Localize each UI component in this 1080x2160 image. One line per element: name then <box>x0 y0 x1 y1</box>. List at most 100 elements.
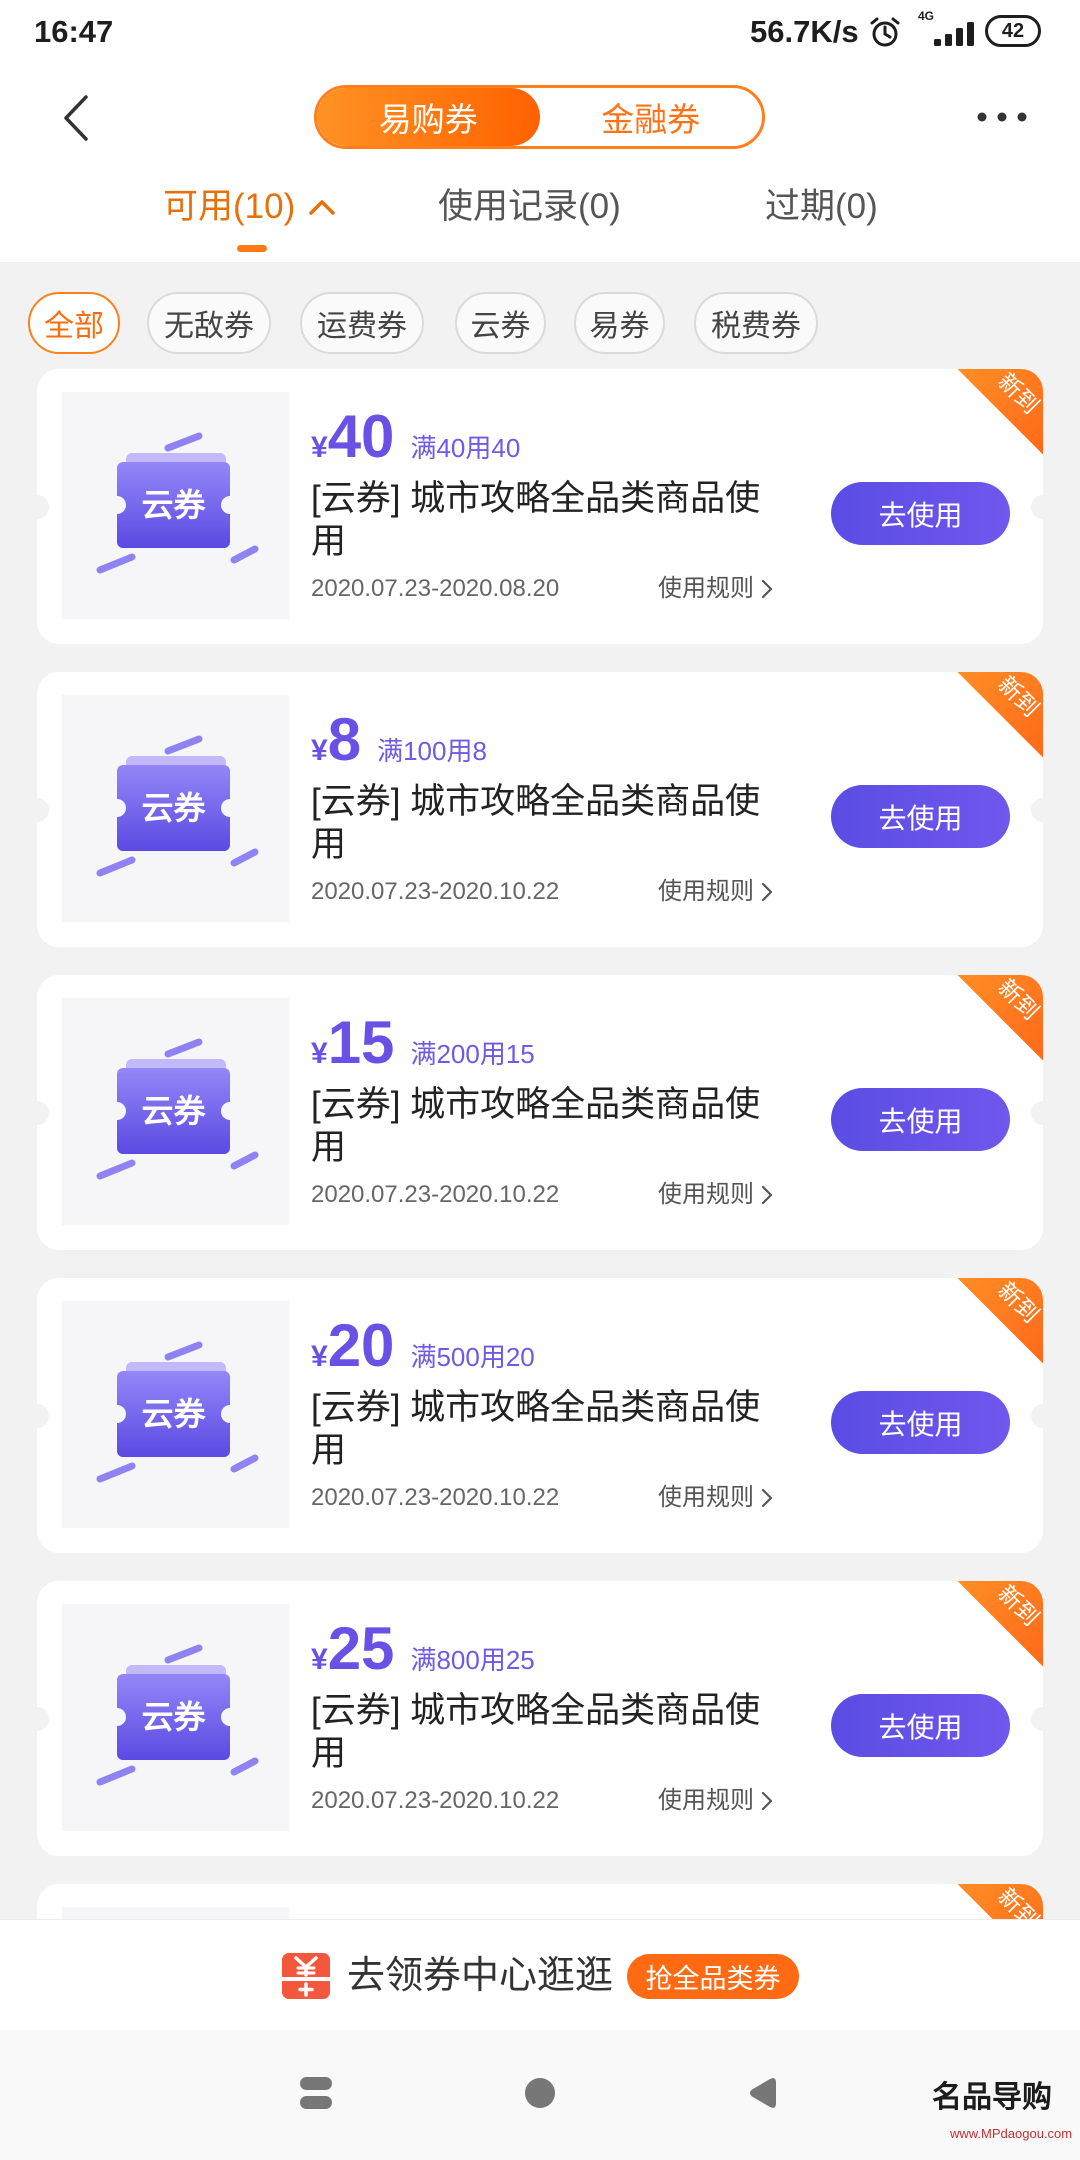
tab-expired-label: 过期(0) <box>765 187 878 226</box>
coupon-amount: 8 <box>327 706 362 773</box>
card-notch-right <box>1031 495 1043 519</box>
coupon-condition: 满500用20 <box>410 1342 535 1372</box>
usage-rules-label: 使用规则 <box>658 878 754 905</box>
coupon-card: 云券 ¥ 40 满40用40 [云券] 城市攻略全品类商品使用 2020.07.… <box>37 369 1043 644</box>
use-coupon-button[interactable]: 去使用 <box>831 785 1010 848</box>
chevron-right-icon <box>761 1791 773 1811</box>
tab-available-label: 可用(10) <box>163 187 296 226</box>
segment-yigou-coupon[interactable]: 易购券 <box>317 88 540 146</box>
coupon-amount: 25 <box>327 1615 395 1682</box>
coupon-type-switch: 易购券 金融券 <box>314 85 765 149</box>
filter-chip-shipping[interactable]: 运费券 <box>300 292 424 354</box>
back-icon[interactable] <box>748 2077 778 2109</box>
coupon-title: [云券] 城市攻略全品类商品使用 <box>311 1085 761 1167</box>
coupon-validity: 2020.07.23-2020.10.22 <box>311 1787 560 1814</box>
system-navigation-bar: 名品导购 www.MPdaogou.com <box>0 2030 1080 2160</box>
use-coupon-button[interactable]: 去使用 <box>831 1694 1010 1757</box>
filter-chip-cloud[interactable]: 云券 <box>455 292 546 354</box>
usage-rules-link[interactable]: 使用规则 <box>658 1483 773 1513</box>
segment-finance-coupon[interactable]: 金融券 <box>540 88 763 146</box>
back-arrow-icon[interactable] <box>58 92 94 144</box>
card-notch-left <box>37 798 49 822</box>
coupon-thumbnail-label: 云券 <box>141 1699 206 1735</box>
currency-symbol: ¥ <box>311 1340 328 1373</box>
filter-chip-all[interactable]: 全部 <box>28 292 120 354</box>
use-coupon-button[interactable]: 去使用 <box>831 1088 1010 1151</box>
coupon-condition: 满200用15 <box>410 1039 535 1069</box>
coupon-validity: 2020.07.23-2020.10.22 <box>311 1181 560 1208</box>
coupon-price: ¥ 20 满500用20 <box>311 1316 535 1376</box>
new-arrival-badge-label: 新到 <box>993 1278 1043 1328</box>
coupon-title: [云券] 城市攻略全品类商品使用 <box>311 1388 761 1470</box>
coupon-center-badge: 抢全品类券 <box>627 1954 799 1999</box>
tab-usage-record[interactable]: 使用记录(0) <box>438 182 621 232</box>
coupon-price: ¥ 8 满100用8 <box>311 710 487 770</box>
watermark-url: www.MPdaogou.com <box>950 2126 1073 2141</box>
chevron-up-icon <box>309 200 335 215</box>
currency-symbol: ¥ <box>311 1643 328 1676</box>
home-icon[interactable] <box>524 2077 556 2109</box>
coupon-center-bar[interactable]: 去领券中心逛逛 抢全品类券 <box>0 1919 1080 2030</box>
new-arrival-badge: 新到 <box>929 369 1043 483</box>
card-notch-right <box>1031 1707 1043 1731</box>
coupon-center-icon <box>280 1950 332 2002</box>
coupon-thumbnail: 云券 <box>62 998 289 1225</box>
coupon-title: [云券] 城市攻略全品类商品使用 <box>311 479 761 561</box>
usage-rules-link[interactable]: 使用规则 <box>658 574 773 604</box>
active-tab-indicator <box>237 245 267 252</box>
filter-chip-tax[interactable]: 税费券 <box>694 292 818 354</box>
usage-rules-label: 使用规则 <box>658 575 754 602</box>
tab-usage-record-label: 使用记录(0) <box>438 187 621 226</box>
menu-icon[interactable] <box>300 2076 332 2110</box>
card-notch-left <box>37 1101 49 1125</box>
coupon-title: [云券] 城市攻略全品类商品使用 <box>311 1691 761 1773</box>
filter-chip-invincible[interactable]: 无敌券 <box>147 292 271 354</box>
usage-rules-link[interactable]: 使用规则 <box>658 1786 773 1816</box>
tab-expired[interactable]: 过期(0) <box>765 182 878 232</box>
coupon-title: [云券] 城市攻略全品类商品使用 <box>311 782 761 864</box>
chevron-right-icon <box>761 1488 773 1508</box>
new-arrival-badge-label: 新到 <box>993 975 1043 1025</box>
new-arrival-badge: 新到 <box>929 672 1043 786</box>
coupon-thumbnail: 云券 <box>62 695 289 922</box>
coupon-card: 云券 ¥ 8 满100用8 [云券] 城市攻略全品类商品使用 2020.07.2… <box>37 672 1043 947</box>
coupon-amount: 15 <box>327 1009 395 1076</box>
network-type: 4G <box>918 9 935 23</box>
more-icon[interactable] <box>974 108 1030 126</box>
usage-rules-link[interactable]: 使用规则 <box>658 877 773 907</box>
coupon-condition: 满100用8 <box>377 736 487 766</box>
card-notch-left <box>37 1404 49 1428</box>
coupon-card: 云券 ¥ 25 满800用25 [云券] 城市攻略全品类商品使用 2020.07… <box>37 1581 1043 1856</box>
coupon-price: ¥ 25 满800用25 <box>311 1619 535 1679</box>
new-arrival-badge: 新到 <box>929 975 1043 1089</box>
card-notch-left <box>37 495 49 519</box>
card-notch-right <box>1031 798 1043 822</box>
use-coupon-button[interactable]: 去使用 <box>831 482 1010 545</box>
coupon-center-text: 去领券中心逛逛 <box>347 1955 614 1997</box>
watermark-logo: 名品导购 <box>932 2081 1052 2114</box>
coupon-price: ¥ 40 满40用40 <box>311 407 520 467</box>
status-time: 16:47 <box>34 14 114 49</box>
card-notch-right <box>1031 1404 1043 1428</box>
new-arrival-badge-label: 新到 <box>993 369 1043 419</box>
coupon-thumbnail: 云券 <box>62 1301 289 1528</box>
coupon-validity: 2020.07.23-2020.10.22 <box>311 878 560 905</box>
tab-available[interactable]: 可用(10) <box>163 182 335 232</box>
coupon-thumbnail-label: 云券 <box>141 487 206 523</box>
usage-rules-link[interactable]: 使用规则 <box>658 1180 773 1210</box>
usage-rules-label: 使用规则 <box>658 1181 754 1208</box>
coupon-thumbnail: 云券 <box>62 392 289 619</box>
currency-symbol: ¥ <box>311 734 328 767</box>
signal-icon <box>934 22 974 46</box>
filter-chip-yi[interactable]: 易券 <box>574 292 665 354</box>
use-coupon-button[interactable]: 去使用 <box>831 1391 1010 1454</box>
alarm-icon <box>868 15 902 49</box>
new-arrival-badge-label: 新到 <box>993 672 1043 722</box>
chevron-right-icon <box>761 579 773 599</box>
coupon-price: ¥ 15 满200用15 <box>311 1013 535 1073</box>
coupon-validity: 2020.07.23-2020.10.22 <box>311 1484 560 1511</box>
new-arrival-badge-label: 新到 <box>993 1581 1043 1631</box>
battery-level: 42 <box>1001 20 1025 42</box>
coupon-thumbnail-label: 云券 <box>141 1093 206 1129</box>
chevron-right-icon <box>761 1185 773 1205</box>
